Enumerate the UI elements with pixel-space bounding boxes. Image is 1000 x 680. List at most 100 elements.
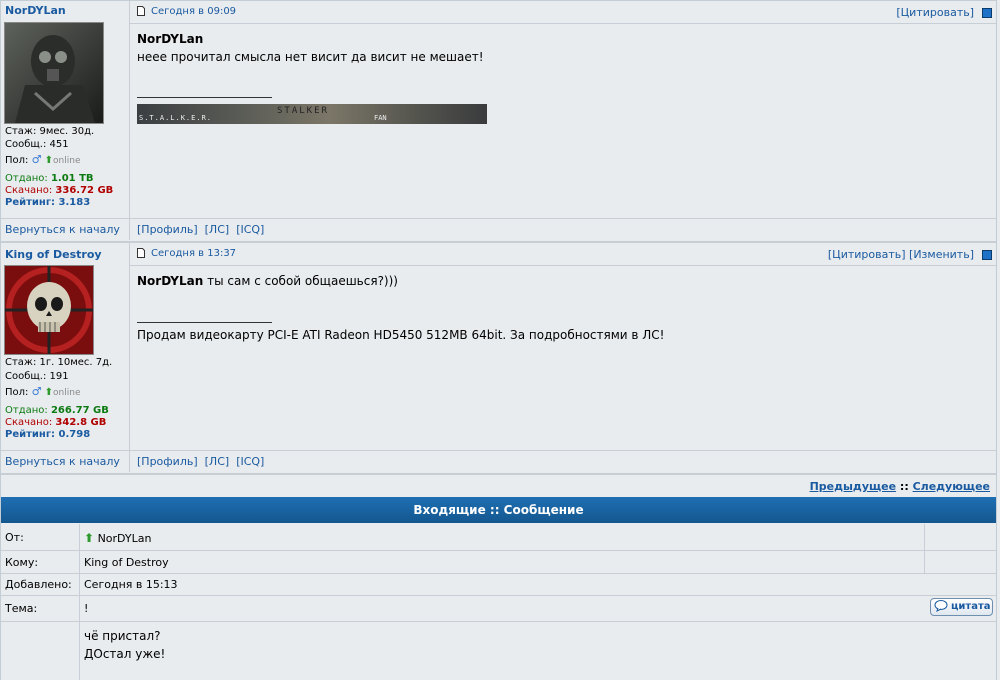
added-label: Добавлено: xyxy=(5,578,72,591)
row-divider xyxy=(924,551,925,573)
quote-button-label: цитата xyxy=(951,601,991,612)
stalker-signature-banner: S.T.A.L.K.E.R. STALKER FAN xyxy=(137,104,487,124)
post-2-rating: Рейтинг: 0.798 xyxy=(5,429,90,441)
quoted-user-name: NorDYLan xyxy=(137,274,204,288)
footer-divider xyxy=(129,451,130,472)
footer-divider xyxy=(129,219,130,240)
added-row: Добавлено: Сегодня в 15:13 xyxy=(1,574,996,596)
male-icon: ♂ xyxy=(31,153,42,166)
post-2-footer: Вернуться к началу [Профиль] [ЛС] [ICQ] xyxy=(1,450,996,472)
pm-link[interactable]: [ЛС] xyxy=(205,455,230,468)
downloaded-label: Скачано: xyxy=(5,185,53,196)
post-2-jump-icon[interactable] xyxy=(982,250,992,260)
next-message-link[interactable]: Следующее xyxy=(913,480,990,493)
message-panel-header: Входящие :: Сообщение xyxy=(1,497,996,523)
post-2: King of Destroy Стаж: 1г. 10мес. 7д. Соо… xyxy=(1,241,996,475)
rating-value: 0.798 xyxy=(58,429,91,440)
quote-button[interactable]: [Цитировать] xyxy=(896,6,974,19)
post-1-profile-links: [Профиль] [ЛС] [ICQ] xyxy=(137,223,264,236)
row-divider xyxy=(924,524,925,550)
message-navigation: Предыдущее :: Следующее xyxy=(1,473,996,497)
post-1-uploaded: Отдано: 1.01 TB xyxy=(5,173,94,185)
banner-text-center: STALKER xyxy=(277,106,329,116)
post-1-downloaded: Скачано: 336.72 GB xyxy=(5,185,113,197)
post-1-text: неее прочитал смысла нет висит да висит … xyxy=(137,50,484,64)
post-2-uploaded: Отдано: 266.77 GB xyxy=(5,405,109,417)
post-1-jump-icon[interactable] xyxy=(982,8,992,18)
to-label: Кому: xyxy=(5,556,39,569)
gender-label: Пол: xyxy=(5,155,29,166)
row-divider xyxy=(79,622,80,680)
post-2-date[interactable]: Сегодня в 13:37 xyxy=(151,248,236,259)
post-1-avatar xyxy=(4,22,104,124)
subject-row: Тема: ! цитата xyxy=(1,596,996,622)
message-body-line-2: ДОстал уже! xyxy=(84,647,166,661)
row-divider xyxy=(79,596,80,621)
post-2-username[interactable]: King of Destroy xyxy=(5,248,102,261)
quote-message-button[interactable]: цитата xyxy=(930,598,993,616)
from-user[interactable]: NorDYLan xyxy=(98,532,152,545)
post-1-footer: Вернуться к началу [Профиль] [ЛС] [ICQ] xyxy=(1,218,996,240)
post-1-body: Сегодня в 09:09 [Цитировать] NorDYLan не… xyxy=(130,1,996,218)
uploaded-label: Отдано: xyxy=(5,173,48,184)
uploaded-value: 1.01 TB xyxy=(50,173,94,184)
post-page-icon xyxy=(137,248,145,258)
post-2-text: ты сам с собой общаешься?))) xyxy=(207,274,398,288)
previous-message-link[interactable]: Предыдущее xyxy=(810,480,897,493)
profile-link[interactable]: [Профиль] xyxy=(137,455,198,468)
rating-label: Рейтинг: xyxy=(5,197,56,208)
subject-label: Тема: xyxy=(5,602,38,615)
downloaded-value: 336.72 GB xyxy=(55,185,114,196)
message-body: чё пристал? ДОстал уже! xyxy=(84,627,165,663)
online-status: online xyxy=(53,156,81,166)
from-label: От: xyxy=(5,531,24,544)
post-1-date[interactable]: Сегодня в 09:09 xyxy=(151,6,236,17)
post-2-experience: Стаж: 1г. 10мес. 7д. xyxy=(5,357,113,368)
online-arrow-icon: ⬆ xyxy=(44,387,54,398)
quote-button[interactable]: [Цитировать] xyxy=(828,248,906,261)
post-2-avatar xyxy=(4,265,94,355)
post-2-downloaded: Скачано: 342.8 GB xyxy=(5,417,106,429)
signature-separator xyxy=(137,322,272,323)
post-1-actions: [Цитировать] xyxy=(896,6,974,19)
post-1-author-name: NorDYLan xyxy=(137,32,204,46)
post-2-author-column: King of Destroy Стаж: 1г. 10мес. 7д. Соо… xyxy=(1,243,130,450)
post-1-rating: Рейтинг: 3.183 xyxy=(5,197,90,209)
post-1-header: Сегодня в 09:09 [Цитировать] xyxy=(130,1,996,24)
online-arrow-icon: ⬆ xyxy=(84,531,95,545)
icq-link[interactable]: [ICQ] xyxy=(236,455,264,468)
post-2-profile-links: [Профиль] [ЛС] [ICQ] xyxy=(137,455,264,468)
back-to-top-link[interactable]: Вернуться к началу xyxy=(5,455,120,468)
profile-link[interactable]: [Профиль] xyxy=(137,223,198,236)
post-1-experience: Стаж: 9мес. 30д. xyxy=(5,126,95,137)
added-value: Сегодня в 15:13 xyxy=(84,578,178,591)
post-1-messages: Сообщ.: 451 xyxy=(5,139,69,150)
message-body-line-1: чё пристал? xyxy=(84,629,161,643)
pm-link[interactable]: [ЛС] xyxy=(205,223,230,236)
rating-value: 3.183 xyxy=(58,197,91,208)
from-row: От: ⬆ NorDYLan xyxy=(1,524,996,551)
to-row: Кому: King of Destroy xyxy=(1,551,996,574)
gender-label: Пол: xyxy=(5,387,29,398)
to-value: King of Destroy xyxy=(84,556,169,569)
back-to-top-link[interactable]: Вернуться к началу xyxy=(5,223,120,236)
edit-button[interactable]: [Изменить] xyxy=(909,248,974,261)
banner-text-right: FAN xyxy=(374,114,387,122)
speech-bubble-icon xyxy=(934,600,949,615)
uploaded-label: Отдано: xyxy=(5,405,48,416)
row-divider xyxy=(79,574,80,595)
post-1-username[interactable]: NorDYLan xyxy=(5,4,66,17)
signature-separator xyxy=(137,97,272,98)
post-2-text-line: NorDYLan ты сам с собой общаешься?))) xyxy=(137,274,398,288)
downloaded-label: Скачано: xyxy=(5,417,53,428)
nav-separator: :: xyxy=(899,480,909,493)
from-value: ⬆ NorDYLan xyxy=(84,531,151,545)
body-row: чё пристал? ДОстал уже! xyxy=(1,622,996,680)
icq-link[interactable]: [ICQ] xyxy=(236,223,264,236)
banner-text-left: S.T.A.L.K.E.R. xyxy=(139,114,213,122)
post-2-body: Сегодня в 13:37 [Цитировать] [Изменить] … xyxy=(130,243,996,450)
online-arrow-icon: ⬆ xyxy=(44,155,54,166)
post-1: NorDYLan Стаж: 9мес. 30д. Сообщ.: 451 По… xyxy=(1,1,996,241)
online-status: online xyxy=(53,388,81,398)
uploaded-value: 266.77 GB xyxy=(50,405,109,416)
